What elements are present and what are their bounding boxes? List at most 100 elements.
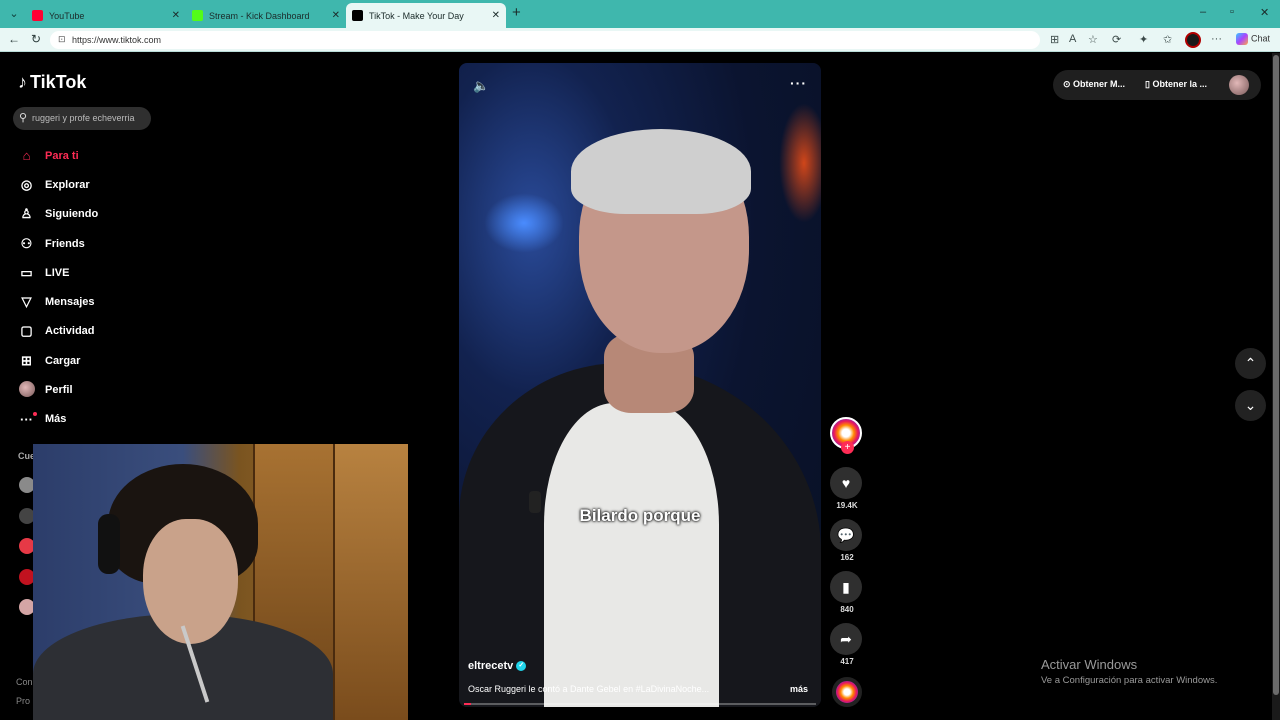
verified-icon: ✓ <box>516 661 527 672</box>
tab-youtube[interactable]: YouTube ✕ <box>26 3 186 28</box>
maximize-icon[interactable]: ▫ <box>1230 6 1234 18</box>
avatar[interactable] <box>1229 75 1249 95</box>
webcam-overlay <box>33 444 408 720</box>
bookmark-icon: ▮ <box>842 579 850 595</box>
extensions-icon[interactable]: ✦ <box>1139 33 1148 46</box>
close-icon[interactable]: ✕ <box>332 10 340 21</box>
like-button[interactable]: ♥ <box>830 467 862 499</box>
sidebar-item-live[interactable]: ▭ LIVE <box>18 258 218 287</box>
get-coins-button[interactable]: ⊙ Obtener M... <box>1063 79 1125 90</box>
windows-activation-watermark: Activar Windows Ve a Configuración para … <box>1041 657 1217 686</box>
tiktok-logo[interactable]: ♪ TikTok <box>18 72 86 93</box>
sidebar-item-cargar[interactable]: ⊞ Cargar <box>18 346 218 375</box>
headphones <box>98 514 120 574</box>
next-video-button[interactable]: ⌄ <box>1235 390 1266 421</box>
sidebar-item-friends[interactable]: ⚇ Friends <box>18 229 218 258</box>
music-disc-icon[interactable] <box>832 677 862 707</box>
search-icon: ⚲ <box>19 112 28 124</box>
close-icon[interactable]: ✕ <box>492 10 500 21</box>
sidebar-item-siguiendo[interactable]: ♙ Siguiendo <box>18 200 218 229</box>
sidebar-item-label: Siguiendo <box>45 208 99 221</box>
video-author[interactable]: eltrecetv ✓ <box>468 660 527 672</box>
get-app-button[interactable]: ▯ Obtener la ... <box>1145 79 1207 90</box>
tab-tiktok[interactable]: TikTok - Make Your Day ✕ <box>346 3 506 28</box>
copilot-chat-button[interactable]: Chat <box>1236 33 1270 45</box>
sidebar-item-label: Friends <box>45 237 85 250</box>
video-more-icon[interactable]: ··· <box>790 75 807 91</box>
youtube-icon <box>32 10 43 21</box>
chevron-up-icon: ⌃ <box>1244 355 1257 371</box>
share-count: 417 <box>840 657 854 666</box>
tiktok-page: ♪ TikTok ⚲ ruggeri y profe echeverria ⌂ … <box>0 53 1280 720</box>
save-button[interactable]: ▮ <box>830 571 862 603</box>
new-tab-button[interactable]: + <box>512 4 521 21</box>
search-input[interactable]: ⚲ ruggeri y profe echeverria <box>13 107 151 130</box>
video-hair <box>571 129 751 214</box>
tiktok-icon <box>352 10 363 21</box>
compass-icon: ◎ <box>20 176 33 192</box>
reload-icon[interactable]: ↻ <box>31 32 41 46</box>
site-info-icon[interactable]: ⊡ <box>58 34 66 45</box>
app-icon[interactable]: ⊞ <box>1050 33 1059 46</box>
refresh-icon[interactable]: ⟳ <box>1112 33 1121 46</box>
tab-kick[interactable]: Stream - Kick Dashboard ✕ <box>186 3 346 28</box>
sidebar-item-para-ti[interactable]: ⌂ Para ti <box>18 141 218 170</box>
sidebar-item-mensajes[interactable]: ▽ Mensajes <box>18 287 218 316</box>
previous-video-button[interactable]: ⌃ <box>1235 348 1266 379</box>
footer-link[interactable]: Con <box>16 677 33 687</box>
minimize-icon[interactable]: – <box>1200 6 1206 18</box>
address-bar-row: ← ↻ ⊡ https://www.tiktok.com ⊞ A ☆ ⟳ ✦ ✩… <box>0 28 1280 52</box>
video-progress-bar[interactable] <box>464 703 816 705</box>
share-icon: ➦ <box>840 631 852 647</box>
back-icon[interactable]: ← <box>8 32 20 46</box>
sidebar-item-mas[interactable]: ··· Más <box>18 405 218 434</box>
share-button[interactable]: ➦ <box>830 623 862 655</box>
page-scrollbar[interactable] <box>1272 53 1280 720</box>
close-icon[interactable]: ✕ <box>172 10 180 21</box>
more-link[interactable]: más <box>790 684 808 694</box>
tab-title: TikTok - Make Your Day <box>369 10 464 21</box>
sidebar-item-actividad[interactable]: ▢ Actividad <box>18 317 218 346</box>
creator-avatar[interactable]: + <box>830 417 862 454</box>
background-light <box>484 193 564 253</box>
video-description: Oscar Ruggeri le contó a Dante Gebel en … <box>468 684 710 694</box>
translate-icon[interactable]: A <box>1069 33 1076 45</box>
copilot-icon <box>1236 33 1248 45</box>
sidebar-item-label: Más <box>45 413 67 426</box>
upload-icon: ⊞ <box>21 352 32 368</box>
sidebar-item-perfil[interactable]: Perfil <box>18 375 218 404</box>
scrollbar-thumb[interactable] <box>1273 55 1279 695</box>
activate-subtitle: Ve a Configuración para activar Windows. <box>1041 675 1218 686</box>
progress-fill <box>464 703 472 705</box>
follow-plus-icon[interactable]: + <box>841 441 854 454</box>
chat-label: Chat <box>1251 33 1271 44</box>
avatar <box>18 380 35 397</box>
comment-button[interactable]: 💬 <box>830 519 862 551</box>
top-right-bar: ⊙ Obtener M... ▯ Obtener la ... <box>1053 70 1261 100</box>
url-field[interactable]: ⊡ https://www.tiktok.com <box>50 31 1040 49</box>
profile-avatar[interactable] <box>1185 32 1201 48</box>
window-close-icon[interactable]: ✕ <box>1260 6 1269 19</box>
cabinet <box>333 444 408 720</box>
menu-icon[interactable]: ··· <box>1211 33 1222 45</box>
tiktok-note-icon: ♪ <box>18 72 27 92</box>
sidebar-item-explorar[interactable]: ◎ Explorar <box>18 170 218 199</box>
footer-link[interactable]: Pro <box>16 696 30 706</box>
sidebar-item-label: Cargar <box>45 354 81 367</box>
background-light <box>779 103 821 223</box>
tab-list-icon[interactable]: ⌄ <box>4 4 24 24</box>
logo-text: TikTok <box>30 72 87 92</box>
comment-icon: 💬 <box>837 527 855 543</box>
friends-icon: ⚇ <box>20 235 33 251</box>
volume-icon[interactable]: 🔈 <box>473 78 489 94</box>
like-count: 19.4K <box>836 501 858 510</box>
activate-title: Activar Windows <box>1041 657 1138 672</box>
favorite-star-icon[interactable]: ☆ <box>1088 33 1098 46</box>
more-icon: ··· <box>20 411 37 427</box>
url-text: https://www.tiktok.com <box>72 35 162 45</box>
favorites-icon[interactable]: ✩ <box>1163 33 1172 46</box>
home-icon: ⌂ <box>22 148 31 164</box>
kick-icon <box>192 10 203 21</box>
sidebar-item-label: Perfil <box>45 384 73 397</box>
video-player[interactable]: 🔈 ··· Bilardo porque eltrecetv ✓ Oscar Ru… <box>459 63 821 707</box>
